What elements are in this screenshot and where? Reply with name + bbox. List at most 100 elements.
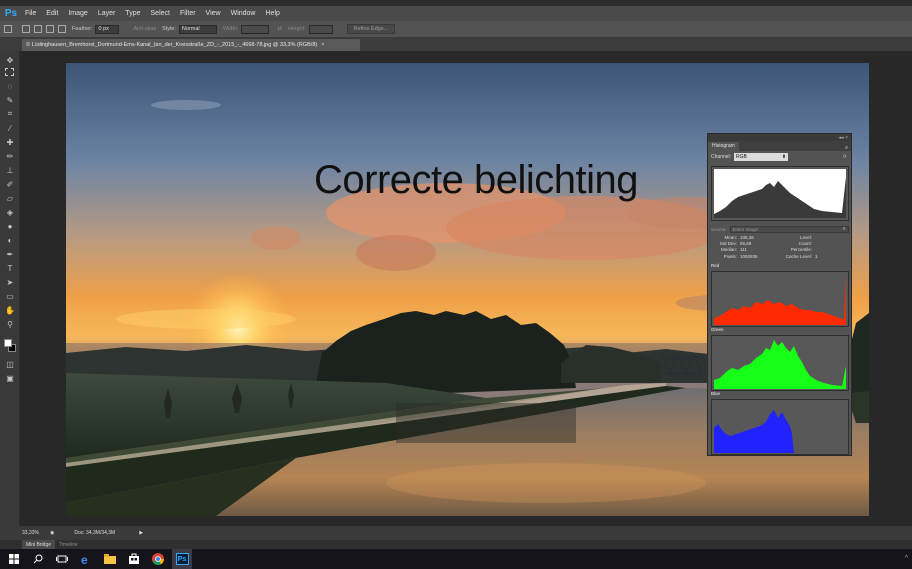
- menu-file[interactable]: File: [20, 10, 41, 17]
- menu-select[interactable]: Select: [146, 10, 175, 17]
- intersect-selection-icon[interactable]: [58, 25, 66, 33]
- status-info-icon[interactable]: ◉: [50, 530, 54, 536]
- lasso-tool-icon[interactable]: ◌: [4, 81, 16, 91]
- panel-menu-icon[interactable]: ≡: [845, 145, 851, 151]
- histogram-stats-right: Level: Count: Percentile: Cache Level: 1: [776, 235, 818, 260]
- tools-panel: ✥ ◌ ✎ ⌗ ⁄ ✚ ✏ ⊥ ✐ ▱ ◈ ● ◐ ✒ T ➤ ▭ ✋ ⚲ ◫ …: [0, 51, 20, 526]
- eraser-tool-icon[interactable]: ▱: [4, 193, 16, 203]
- foreground-color-swatch[interactable]: [4, 339, 12, 347]
- brush-tool-icon[interactable]: ✏: [4, 151, 16, 161]
- tab-timeline[interactable]: Timeline: [55, 542, 82, 548]
- quick-mask-icon[interactable]: ◫: [4, 359, 16, 369]
- eyedropper-tool-icon[interactable]: ⁄: [4, 123, 16, 133]
- marquee-preset-icon[interactable]: [4, 25, 12, 33]
- blur-tool-icon[interactable]: ●: [4, 221, 16, 231]
- cache-level-value: 1: [815, 253, 818, 259]
- tab-mini-bridge[interactable]: Mini Bridge: [22, 540, 56, 549]
- menu-help[interactable]: Help: [261, 10, 285, 17]
- chevron-down-icon: ⬍: [781, 153, 787, 160]
- green-histogram-chart: [712, 336, 848, 390]
- screen-mode-icon[interactable]: ▣: [4, 373, 16, 383]
- pen-tool-icon[interactable]: ✒: [4, 249, 16, 259]
- channel-select-value: RGB: [736, 153, 747, 160]
- history-brush-tool-icon[interactable]: ✐: [4, 179, 16, 189]
- rgb-histogram-chart: [714, 169, 846, 218]
- source-row: Source: Entire Image ⬍: [711, 225, 849, 233]
- blue-histogram-chart: [712, 400, 848, 454]
- search-icon[interactable]: [28, 549, 48, 569]
- width-label: Width:: [222, 26, 239, 32]
- green-channel-label: Green: [711, 327, 724, 332]
- task-view-icon[interactable]: [52, 549, 72, 569]
- quick-selection-tool-icon[interactable]: ✎: [4, 95, 16, 105]
- store-icon[interactable]: [124, 549, 144, 569]
- chrome-icon[interactable]: [148, 549, 168, 569]
- type-tool-icon[interactable]: T: [4, 263, 16, 273]
- document-size: Doc: 34,3M/34,3M: [74, 530, 116, 536]
- new-selection-icon[interactable]: [22, 25, 30, 33]
- status-bar: 33,33% ◉ Doc: 34,3M/34,3M ▶: [0, 526, 912, 540]
- feather-input[interactable]: 0 px: [95, 24, 120, 34]
- zoom-tool-icon[interactable]: ⚲: [4, 319, 16, 329]
- antialias-checkbox[interactable]: Anti-alias: [133, 26, 156, 32]
- document-tab-bar: © Lüdinghausen_Bremhorst_Dortmund-Ems-Ka…: [0, 38, 912, 51]
- panel-collapse-controls[interactable]: ◂◂ ×: [708, 134, 851, 141]
- zoom-level[interactable]: 33,33%: [22, 530, 44, 536]
- feather-label: Feather:: [72, 26, 93, 32]
- std-dev-value: 55,69: [740, 241, 752, 247]
- menu-image[interactable]: Image: [63, 10, 92, 17]
- dodge-tool-icon[interactable]: ◐: [4, 235, 16, 245]
- menu-window[interactable]: Window: [226, 10, 261, 17]
- edge-icon[interactable]: e: [76, 549, 96, 569]
- windows-icon[interactable]: [4, 549, 24, 569]
- clone-stamp-tool-icon[interactable]: ⊥: [4, 165, 16, 175]
- height-input[interactable]: [308, 24, 333, 34]
- gradient-tool-icon[interactable]: ◈: [4, 207, 16, 217]
- overlay-caption: Correcte belichting: [314, 158, 639, 202]
- move-tool-icon[interactable]: ✥: [4, 55, 16, 65]
- menu-type[interactable]: Type: [120, 10, 145, 17]
- median-value: 111: [740, 247, 747, 253]
- photoshop-taskbar-label: Ps: [175, 553, 189, 565]
- red-histogram-chart: [712, 272, 848, 326]
- style-select[interactable]: Normal: [178, 24, 217, 34]
- menu-bar: Ps File Edit Image Layer Type Select Fil…: [0, 6, 912, 21]
- options-bar: Feather: 0 px Anti-alias Style: Normal W…: [0, 21, 912, 38]
- mean-value: 105,36: [740, 235, 754, 240]
- healing-brush-tool-icon[interactable]: ✚: [4, 137, 16, 147]
- windows-taskbar: e Ps ^: [0, 549, 912, 569]
- document-tab-title: © Lüdinghausen_Bremhorst_Dortmund-Ems-Ka…: [26, 42, 318, 48]
- swap-icon[interactable]: ⇄: [277, 26, 282, 32]
- refine-edge-button[interactable]: Refine Edge...: [346, 24, 396, 34]
- file-explorer-icon[interactable]: [100, 549, 120, 569]
- histogram-tab[interactable]: Histogram: [708, 142, 739, 151]
- menu-edit[interactable]: Edit: [41, 10, 63, 17]
- path-selection-tool-icon[interactable]: ➤: [4, 277, 16, 287]
- close-icon[interactable]: ×: [321, 42, 324, 48]
- menu-filter[interactable]: Filter: [175, 10, 201, 17]
- channel-select[interactable]: RGB ⬍: [734, 152, 789, 161]
- svg-text:e: e: [81, 553, 88, 565]
- chevron-up-icon[interactable]: ^: [905, 555, 908, 562]
- histogram-stats-left: Mean: 105,36 Std Dev: 55,69 Median: 111 Pix…: [711, 235, 758, 260]
- photoshop-icon[interactable]: Ps: [172, 549, 192, 569]
- menu-layer[interactable]: Layer: [93, 10, 121, 17]
- crop-tool-icon[interactable]: ⌗: [4, 109, 16, 119]
- subtract-selection-icon[interactable]: [46, 25, 54, 33]
- document-tab[interactable]: © Lüdinghausen_Bremhorst_Dortmund-Ems-Ka…: [22, 39, 360, 51]
- marquee-tool-icon[interactable]: [5, 68, 14, 76]
- rectangle-tool-icon[interactable]: ▭: [4, 291, 16, 301]
- chevron-down-icon: ⬍: [842, 226, 846, 231]
- style-label: Style:: [162, 26, 176, 32]
- refresh-icon[interactable]: ⟳: [843, 154, 847, 160]
- bottom-panel-tabs: Mini Bridge Timeline: [0, 540, 912, 549]
- histogram-panel: ◂◂ × Histogram ≡ Channel: RGB ⬍ ⟳ Source…: [707, 133, 852, 456]
- histogram-tab-row: Histogram ≡: [708, 141, 851, 151]
- width-input[interactable]: [241, 24, 270, 34]
- menu-view[interactable]: View: [201, 10, 226, 17]
- status-menu-arrow[interactable]: ▶: [139, 530, 143, 536]
- hand-tool-icon[interactable]: ✋: [4, 305, 16, 315]
- add-selection-icon[interactable]: [34, 25, 42, 33]
- source-select[interactable]: Entire Image ⬍: [729, 225, 849, 233]
- source-select-value: Entire Image: [732, 226, 759, 232]
